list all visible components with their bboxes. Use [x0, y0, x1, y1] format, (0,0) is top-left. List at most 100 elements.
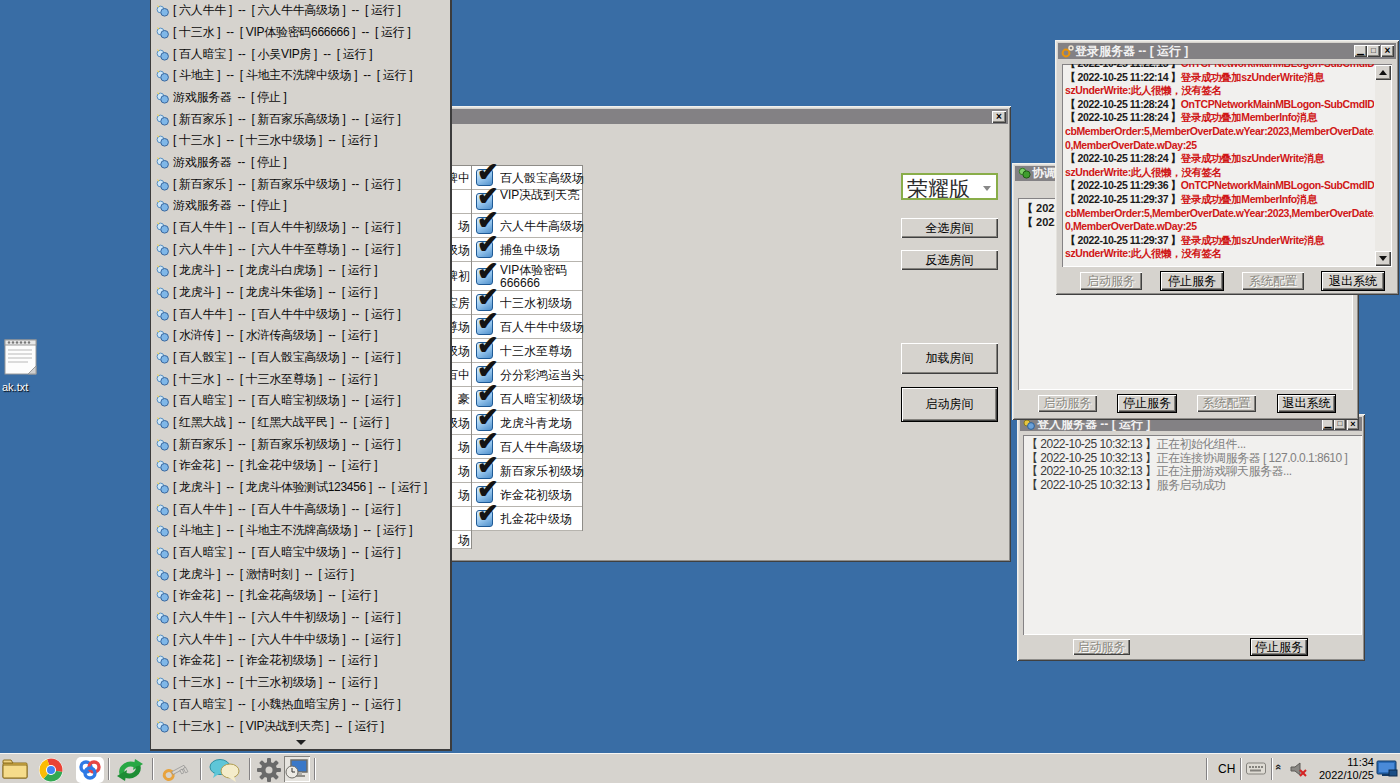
access-start-service-button[interactable]: 启动服务 — [1073, 639, 1130, 655]
room-list-item[interactable]: [ 斗地主 ] -- [ 斗地主不洗牌高级场 ] -- [ 运行 ] — [151, 520, 450, 542]
coord-start-service-button[interactable]: 启动服务 — [1038, 395, 1097, 412]
room-list-item[interactable]: [ 百人骰宝 ] -- [ 百人骰宝高级场 ] -- [ 运行 ] — [151, 347, 450, 369]
room-list-item[interactable]: [ 龙虎斗 ] -- [ 龙虎斗体验测试123456 ] -- [ 运行 ] — [151, 477, 450, 499]
room-grid-fragment-cell: 场 — [451, 531, 471, 549]
tray-volume-muted-icon[interactable] — [1290, 761, 1308, 781]
room-list-item[interactable]: [ 六人牛牛 ] -- [ 六人牛牛至尊场 ] -- [ 运行 ] — [151, 238, 450, 260]
room-list-item[interactable]: 游戏服务器 -- [ 停止 ] — [151, 152, 450, 174]
tray-language-indicator[interactable]: CH — [1218, 762, 1235, 776]
logon-log-scrollbar[interactable] — [1375, 65, 1391, 266]
access-close-button[interactable]: × — [1347, 419, 1359, 430]
taskbar-server-monitor-icon[interactable] — [284, 756, 310, 782]
room-list-item[interactable]: [ 龙虎斗 ] -- [ 龙虎斗朱雀场 ] -- [ 运行 ] — [151, 282, 450, 304]
taskbar-knot-app-icon[interactable] — [76, 757, 104, 783]
room-list-item[interactable]: [ 百人牛牛 ] -- [ 百人牛牛高级场 ] -- [ 运行 ] — [151, 498, 450, 520]
taskbar-key-icon[interactable] — [159, 757, 189, 783]
version-select[interactable]: 荣耀版 — [901, 173, 998, 200]
coord-system-config-button[interactable]: 系统配置 — [1197, 395, 1256, 412]
room-list-item-label: [ 新百家乐 ] -- [ 新百家乐高级场 ] -- [ 运行 ] — [173, 111, 401, 128]
tray-keyboard-icon[interactable] — [1246, 761, 1266, 779]
access-minimize-button[interactable]: ▁ — [1322, 419, 1334, 430]
tray-display-icon[interactable] — [1376, 759, 1398, 783]
tray-collapse-icon[interactable]: « — [1273, 764, 1285, 770]
room-list-item[interactable]: [ 百人暗宝 ] -- [ 小吴VIP房 ] -- [ 运行 ] — [151, 43, 450, 65]
scroll-up-button[interactable] — [1375, 65, 1391, 80]
server-ball-icon — [156, 243, 169, 256]
access-maximize-button[interactable]: □ — [1334, 419, 1346, 430]
tray-clock[interactable]: 11:34 2022/10/25 — [1319, 756, 1374, 782]
taskbar-gear-icon[interactable] — [255, 757, 283, 783]
logon-exit-button[interactable]: 退出系统 — [1321, 271, 1385, 291]
logon-start-service-button[interactable]: 启动服务 — [1080, 272, 1142, 290]
logon-stop-service-button[interactable]: 停止服务 — [1160, 271, 1224, 291]
room-list-item[interactable]: [ 十三水 ] -- [ VIP决战到天亮 ] -- [ 运行 ] — [151, 715, 450, 737]
room-list-item[interactable]: [ 诈金花 ] -- [ 扎金花中级场 ] -- [ 运行 ] — [151, 455, 450, 477]
room-list-item[interactable]: [ 新百家乐 ] -- [ 新百家乐初级场 ] -- [ 运行 ] — [151, 433, 450, 455]
room-checkbox-row: 扎金花中级场 — [472, 507, 582, 531]
room-list-item[interactable]: [ 斗地主 ] -- [ 斗地主不洗牌中级场 ] -- [ 运行 ] — [151, 65, 450, 87]
room-list-item[interactable]: [ 水浒传 ] -- [ 水浒传高级场 ] -- [ 运行 ] — [151, 325, 450, 347]
server-ball-icon — [156, 26, 169, 39]
room-checkbox-label: 六人牛牛高级场 — [500, 220, 584, 233]
logon-window-title: 登录服务器 -- [ 运行 ] — [1075, 43, 1188, 59]
room-checkbox-label: 捕鱼中级场 — [500, 244, 584, 257]
start-rooms-button[interactable]: 启动房间 — [901, 387, 998, 422]
room-list-item[interactable]: 游戏服务器 -- [ 停止 ] — [151, 195, 450, 217]
desktop-icon-ak-txt[interactable]: ak.txt — [2, 336, 62, 393]
room-list-item[interactable]: [ 百人牛牛 ] -- [ 百人牛牛中级场 ] -- [ 运行 ] — [151, 303, 450, 325]
room-list-item[interactable]: 游戏服务器 -- [ 停止 ] — [151, 87, 450, 109]
room-list-item-label: [ 新百家乐 ] -- [ 新百家乐初级场 ] -- [ 运行 ] — [173, 436, 401, 453]
room-list-item[interactable]: [ 六人牛牛 ] -- [ 六人牛牛初级场 ] -- [ 运行 ] — [151, 607, 450, 629]
server-ball-icon — [156, 329, 169, 342]
taskbar-folder-icon[interactable] — [2, 757, 30, 783]
room-list-item-label: [ 十三水 ] -- [ 十三水中级场 ] -- [ 运行 ] — [173, 132, 377, 149]
room-list-item[interactable]: [ 十三水 ] -- [ 十三水至尊场 ] -- [ 运行 ] — [151, 368, 450, 390]
logon-minimize-button[interactable]: ▁ — [1354, 45, 1367, 57]
logon-window-icon — [1061, 44, 1075, 58]
access-log-area[interactable]: 【 2022-10-25 10:32:13 】正在初始化组件...【 2022-… — [1023, 435, 1362, 635]
room-dialog-close-button[interactable]: × — [992, 111, 1006, 123]
room-checkbox-label: 百人暗宝初级场 — [500, 393, 584, 406]
server-ball-icon — [156, 69, 169, 82]
room-list-item[interactable]: [ 新百家乐 ] -- [ 新百家乐中级场 ] -- [ 运行 ] — [151, 173, 450, 195]
room-checkbox-label: 百人牛牛高级场 — [500, 441, 584, 454]
coord-exit-button[interactable]: 退出系统 — [1277, 394, 1336, 413]
logon-log-area[interactable]: 【 2022-10-25 11:22:13 】OnTCPNetworkMainM… — [1062, 64, 1392, 267]
log-line: 【 2022-10-25 10:32:13 】正在注册游戏聊天服务器... — [1026, 465, 1362, 479]
room-list-item-label: [ 百人暗宝 ] -- [ 小魏热血暗宝房 ] -- [ 运行 ] — [173, 696, 401, 713]
room-list-item[interactable]: [ 百人暗宝 ] -- [ 小魏热血暗宝房 ] -- [ 运行 ] — [151, 694, 450, 716]
access-stop-service-button[interactable]: 停止服务 — [1250, 638, 1308, 656]
server-ball-icon — [156, 633, 169, 646]
invert-selection-button[interactable]: 反选房间 — [901, 250, 998, 270]
room-grid-fragment-cell — [451, 507, 471, 531]
room-grid-checkbox-column: 百人骰宝高级场VIP决战到天亮六人牛牛高级场捕鱼中级场VIP体验密码666666… — [472, 165, 583, 531]
load-rooms-button[interactable]: 加载房间 — [901, 343, 998, 374]
room-list-item[interactable]: [ 百人暗宝 ] -- [ 百人暗宝初级场 ] -- [ 运行 ] — [151, 390, 450, 412]
room-list-item[interactable]: [ 六人牛牛 ] -- [ 六人牛牛中级场 ] -- [ 运行 ] — [151, 628, 450, 650]
room-list-item[interactable]: [ 百人牛牛 ] -- [ 百人牛牛初级场 ] -- [ 运行 ] — [151, 217, 450, 239]
room-list-item[interactable]: [ 红黑大战 ] -- [ 红黑大战平民 ] -- [ 运行 ] — [151, 412, 450, 434]
room-list-scroll-down[interactable] — [151, 737, 450, 749]
room-list-item[interactable]: [ 十三水 ] -- [ 十三水中级场 ] -- [ 运行 ] — [151, 130, 450, 152]
server-ball-icon — [156, 351, 169, 364]
room-list-item[interactable]: [ 诈金花 ] -- [ 扎金花高级场 ] -- [ 运行 ] — [151, 585, 450, 607]
logon-maximize-button[interactable]: □ — [1367, 45, 1380, 57]
coord-stop-service-button[interactable]: 停止服务 — [1117, 394, 1177, 413]
taskbar-chat-icon[interactable] — [207, 757, 241, 783]
taskbar-recycle-icon[interactable] — [114, 757, 146, 783]
room-list-item[interactable]: [ 诈金花 ] -- [ 诈金花初级场 ] -- [ 运行 ] — [151, 650, 450, 672]
scroll-down-button[interactable] — [1375, 251, 1391, 266]
logon-close-button[interactable]: × — [1381, 45, 1394, 57]
select-all-rooms-button[interactable]: 全选房间 — [901, 218, 998, 238]
logon-system-config-button[interactable]: 系统配置 — [1242, 272, 1304, 290]
room-list-item[interactable]: [ 十三水 ] -- [ VIP体验密码666666 ] -- [ 运行 ] — [151, 22, 450, 44]
room-grid-left-column: 牌中场级场牌初宝房尊场级场百中豪级场场场场场 — [451, 165, 472, 549]
room-list-item[interactable]: [ 六人牛牛 ] -- [ 六人牛牛高级场 ] -- [ 运行 ] — [151, 0, 450, 22]
room-list-item[interactable]: [ 龙虎斗 ] -- [ 激情时刻 ] -- [ 运行 ] — [151, 563, 450, 585]
room-checkbox[interactable] — [476, 510, 493, 527]
taskbar-chrome-icon[interactable] — [38, 757, 64, 783]
room-list-item[interactable]: [ 百人暗宝 ] -- [ 百人暗宝中级场 ] -- [ 运行 ] — [151, 542, 450, 564]
room-list-item[interactable]: [ 龙虎斗 ] -- [ 龙虎斗白虎场 ] -- [ 运行 ] — [151, 260, 450, 282]
room-list-item[interactable]: [ 十三水 ] -- [ 十三水初级场 ] -- [ 运行 ] — [151, 672, 450, 694]
room-list-item[interactable]: [ 新百家乐 ] -- [ 新百家乐高级场 ] -- [ 运行 ] — [151, 108, 450, 130]
